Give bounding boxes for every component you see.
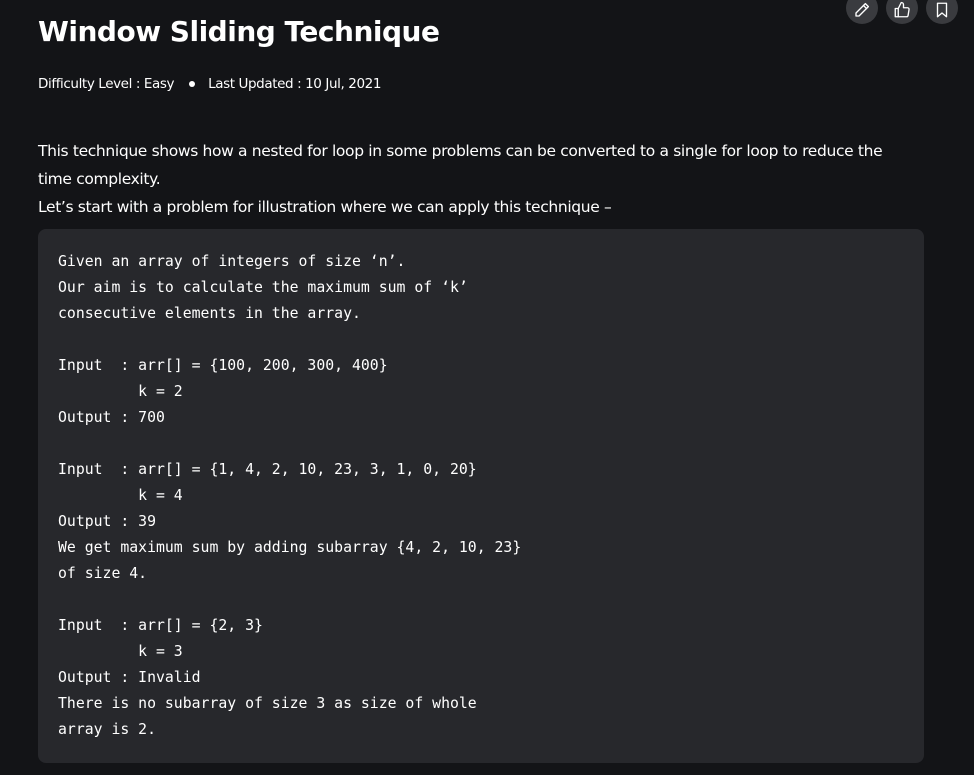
like-button[interactable]	[886, 0, 918, 24]
article-toolbar	[846, 0, 958, 24]
page-title: Window Sliding Technique	[38, 15, 440, 48]
thumbs-up-icon	[893, 1, 911, 19]
difficulty-level: Difficulty Level : Easy	[38, 76, 175, 92]
article-intro: This technique shows how a nested for lo…	[38, 137, 918, 221]
edit-button[interactable]	[846, 0, 878, 24]
problem-statement-text: Given an array of integers of size ‘n’. …	[58, 253, 522, 738]
article-meta: Difficulty Level : Easy Last Updated : 1…	[38, 76, 381, 92]
bookmark-icon	[933, 1, 951, 19]
pencil-icon	[853, 1, 871, 19]
problem-statement-block: Given an array of integers of size ‘n’. …	[38, 229, 924, 763]
last-updated: Last Updated : 10 Jul, 2021	[208, 76, 382, 92]
bookmark-button[interactable]	[926, 0, 958, 24]
bullet-separator	[189, 81, 196, 87]
intro-paragraph: This technique shows how a nested for lo…	[38, 142, 883, 188]
intro-lead-in: Let’s start with a problem for illustrat…	[38, 198, 612, 216]
